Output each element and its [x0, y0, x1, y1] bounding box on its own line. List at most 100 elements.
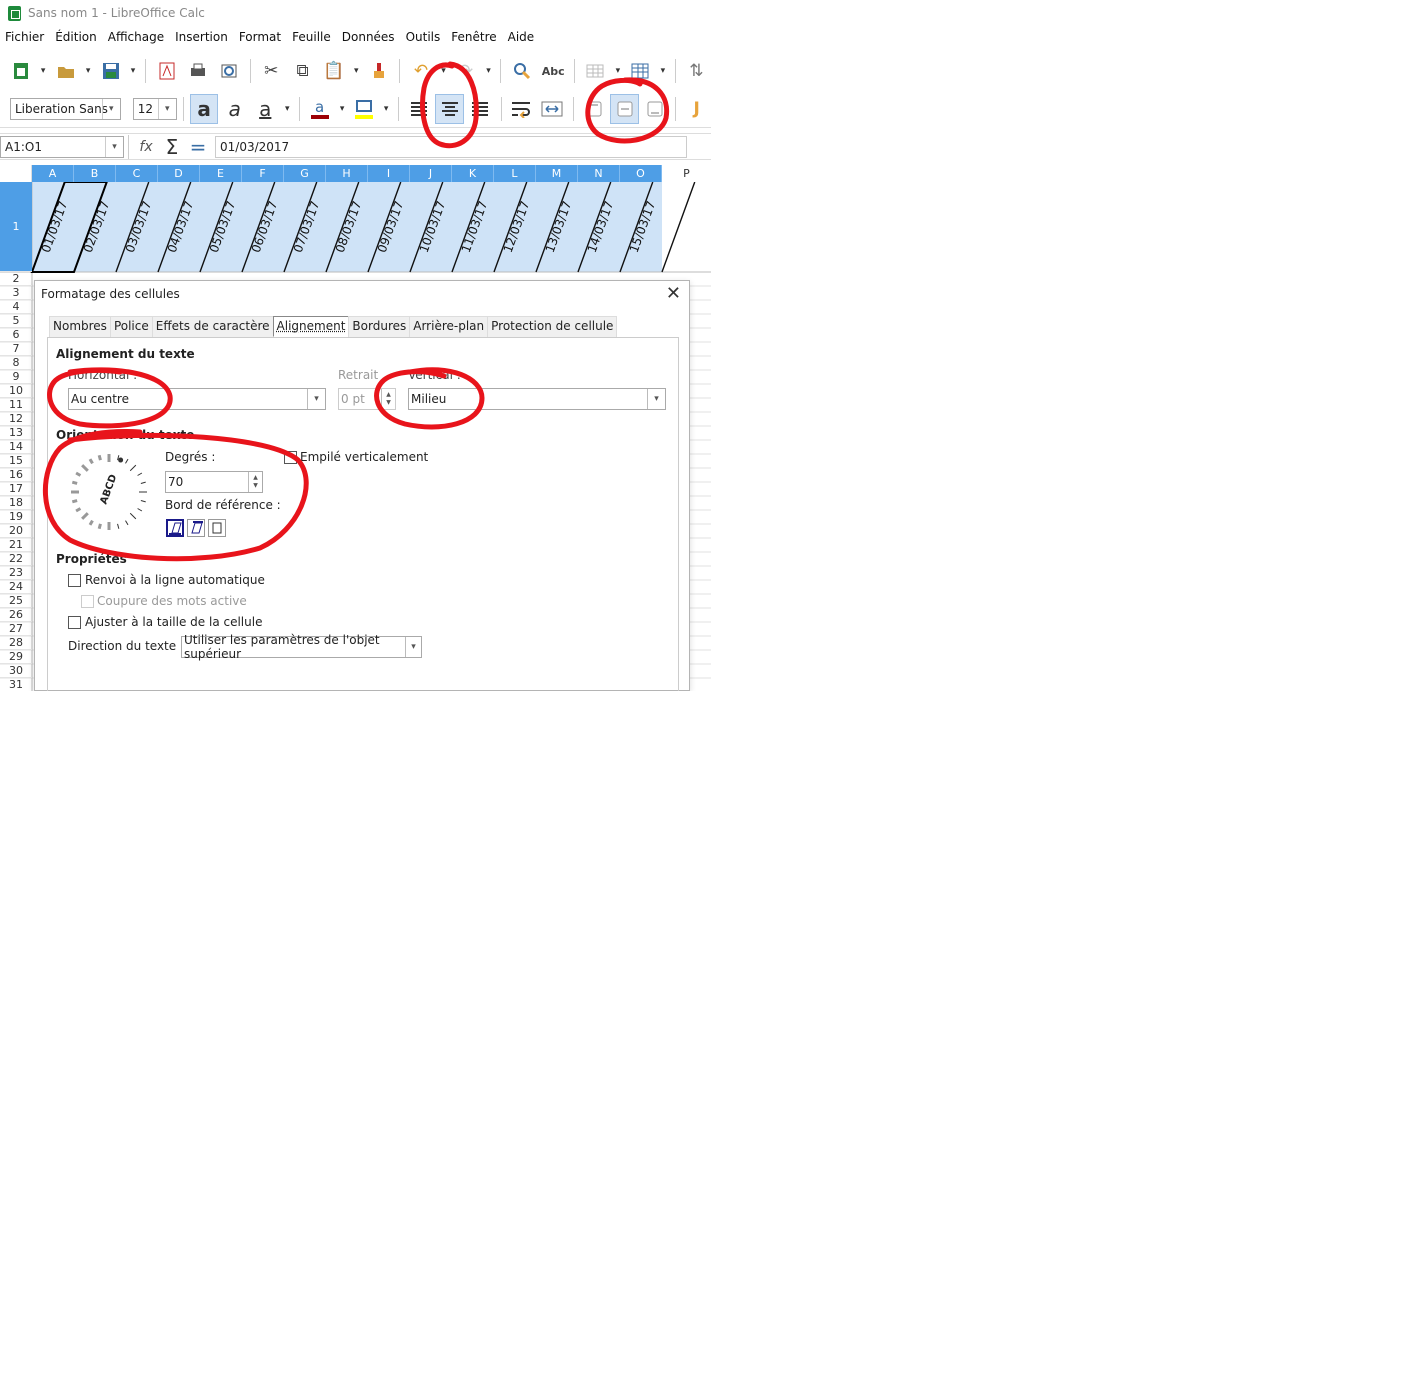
copy-icon[interactable]: ⧉: [288, 56, 317, 86]
column-header[interactable]: I: [368, 165, 410, 182]
row-header[interactable]: 7: [0, 342, 32, 356]
font-color-dropdown-icon[interactable]: ▾: [336, 94, 347, 124]
column-header[interactable]: C: [116, 165, 158, 182]
column-header[interactable]: O: [620, 165, 662, 182]
row-header[interactable]: 16: [0, 468, 32, 482]
row-header[interactable]: 2: [0, 272, 32, 286]
degrees-spin[interactable]: ▲ ▼: [248, 472, 262, 492]
merge-center-icon[interactable]: [538, 94, 567, 124]
row-header[interactable]: 6: [0, 328, 32, 342]
menu-fenetre[interactable]: Fenêtre: [446, 30, 502, 50]
row-header[interactable]: 21: [0, 538, 32, 552]
row-header[interactable]: 22: [0, 552, 32, 566]
row-icon[interactable]: [581, 56, 610, 86]
tab-effets[interactable]: Effets de caractère: [151, 316, 274, 337]
spellcheck-icon[interactable]: Abc: [539, 56, 568, 86]
column-header[interactable]: A: [32, 165, 74, 182]
chevron-down-icon[interactable]: ▾: [157, 98, 176, 119]
row-header[interactable]: 12: [0, 412, 32, 426]
menu-affichage[interactable]: Affichage: [103, 30, 170, 50]
column-header[interactable]: B: [74, 165, 116, 182]
row-header[interactable]: 24: [0, 580, 32, 594]
row-header[interactable]: 25: [0, 594, 32, 608]
sort-icon[interactable]: ⇅: [682, 56, 711, 86]
find-replace-icon[interactable]: [507, 56, 536, 86]
ref-edge-inside-button[interactable]: [208, 519, 226, 537]
row-header[interactable]: 9: [0, 370, 32, 384]
align-top-icon[interactable]: [580, 94, 609, 124]
row-header[interactable]: 4: [0, 300, 32, 314]
close-icon[interactable]: ✕: [666, 283, 681, 304]
chevron-down-icon[interactable]: ▾: [405, 637, 421, 657]
tab-alignement[interactable]: Alignement: [272, 316, 350, 337]
highlight-color-icon[interactable]: [350, 94, 379, 124]
rotation-dial[interactable]: ABCD: [68, 451, 150, 533]
ref-edge-top-button[interactable]: [187, 519, 205, 537]
new-dropdown-icon[interactable]: ▾: [37, 56, 49, 86]
vertical-select[interactable]: Milieu ▾: [408, 388, 666, 410]
menu-edition[interactable]: Édition: [50, 30, 103, 50]
column-header[interactable]: L: [494, 165, 536, 182]
font-size-box[interactable]: 12 ▾: [132, 97, 177, 120]
dial-handle[interactable]: [118, 457, 124, 463]
redo-icon[interactable]: ↷: [451, 56, 480, 86]
underline-dropdown-icon[interactable]: ▾: [282, 94, 293, 124]
save-dropdown-icon[interactable]: ▾: [127, 56, 139, 86]
chevron-down-icon[interactable]: ▾: [105, 136, 123, 157]
tab-protection[interactable]: Protection de cellule: [487, 316, 618, 337]
row-header[interactable]: 31: [0, 678, 32, 691]
column-header[interactable]: N: [578, 165, 620, 182]
row-header[interactable]: 27: [0, 622, 32, 636]
wrap-text-icon[interactable]: [508, 94, 537, 124]
direction-select[interactable]: Utiliser les paramètres de l'objet supér…: [181, 633, 422, 661]
hyphen-checkbox[interactable]: [81, 595, 94, 608]
horizontal-select[interactable]: Au centre ▾: [68, 388, 326, 410]
column-header[interactable]: K: [452, 165, 494, 182]
row-header[interactable]: 10: [0, 384, 32, 398]
row-header[interactable]: 11: [0, 398, 32, 412]
column-header[interactable]: E: [200, 165, 242, 182]
column-header[interactable]: H: [326, 165, 368, 182]
align-left-icon[interactable]: [405, 94, 434, 124]
font-name-box[interactable]: Liberation Sans ▾: [10, 97, 121, 120]
spin-down-icon[interactable]: ▼: [253, 482, 258, 490]
row-header[interactable]: 20: [0, 524, 32, 538]
indent-spin[interactable]: ▲ ▼: [381, 389, 395, 409]
currency-format-icon[interactable]: J: [682, 94, 711, 124]
undo-icon[interactable]: ↶: [406, 56, 435, 86]
indent-input[interactable]: 0 pt ▲ ▼: [338, 388, 396, 410]
spin-up-icon[interactable]: ▲: [253, 474, 258, 482]
menu-fichier[interactable]: Fichier: [0, 30, 50, 50]
align-center-icon[interactable]: [435, 93, 465, 124]
formula-icon[interactable]: =: [185, 132, 211, 162]
print-icon[interactable]: [183, 56, 212, 86]
chevron-down-icon[interactable]: ▾: [101, 98, 120, 119]
shrink-checkbox[interactable]: [68, 616, 81, 629]
row-header[interactable]: 8: [0, 356, 32, 370]
chevron-down-icon[interactable]: ▾: [647, 389, 665, 409]
row-header[interactable]: 15: [0, 454, 32, 468]
name-box[interactable]: A1:O1 ▾: [0, 135, 124, 158]
font-color-icon[interactable]: a: [306, 94, 335, 124]
degrees-input[interactable]: 70 ▲ ▼: [165, 471, 263, 493]
underline-icon[interactable]: a: [251, 94, 280, 124]
sum-icon[interactable]: Σ: [159, 132, 185, 162]
row-header[interactable]: 26: [0, 608, 32, 622]
row-header[interactable]: 30: [0, 664, 32, 678]
menu-donnees[interactable]: Données: [337, 30, 401, 50]
tab-nombres[interactable]: Nombres: [49, 316, 111, 337]
function-wizard-icon[interactable]: fx: [133, 132, 159, 162]
align-bottom-icon[interactable]: [641, 94, 670, 124]
row-header[interactable]: 17: [0, 482, 32, 496]
tab-bordures[interactable]: Bordures: [348, 316, 411, 337]
bold-icon[interactable]: a: [189, 93, 219, 124]
menu-feuille[interactable]: Feuille: [287, 30, 337, 50]
row-header[interactable]: 23: [0, 566, 32, 580]
stacked-checkbox[interactable]: [284, 451, 297, 464]
highlight-dropdown-icon[interactable]: ▾: [380, 94, 391, 124]
italic-icon[interactable]: a: [220, 94, 249, 124]
cut-icon[interactable]: ✂: [257, 56, 286, 86]
align-middle-icon[interactable]: [610, 93, 639, 124]
export-pdf-icon[interactable]: [152, 56, 181, 86]
column-header[interactable]: D: [158, 165, 200, 182]
